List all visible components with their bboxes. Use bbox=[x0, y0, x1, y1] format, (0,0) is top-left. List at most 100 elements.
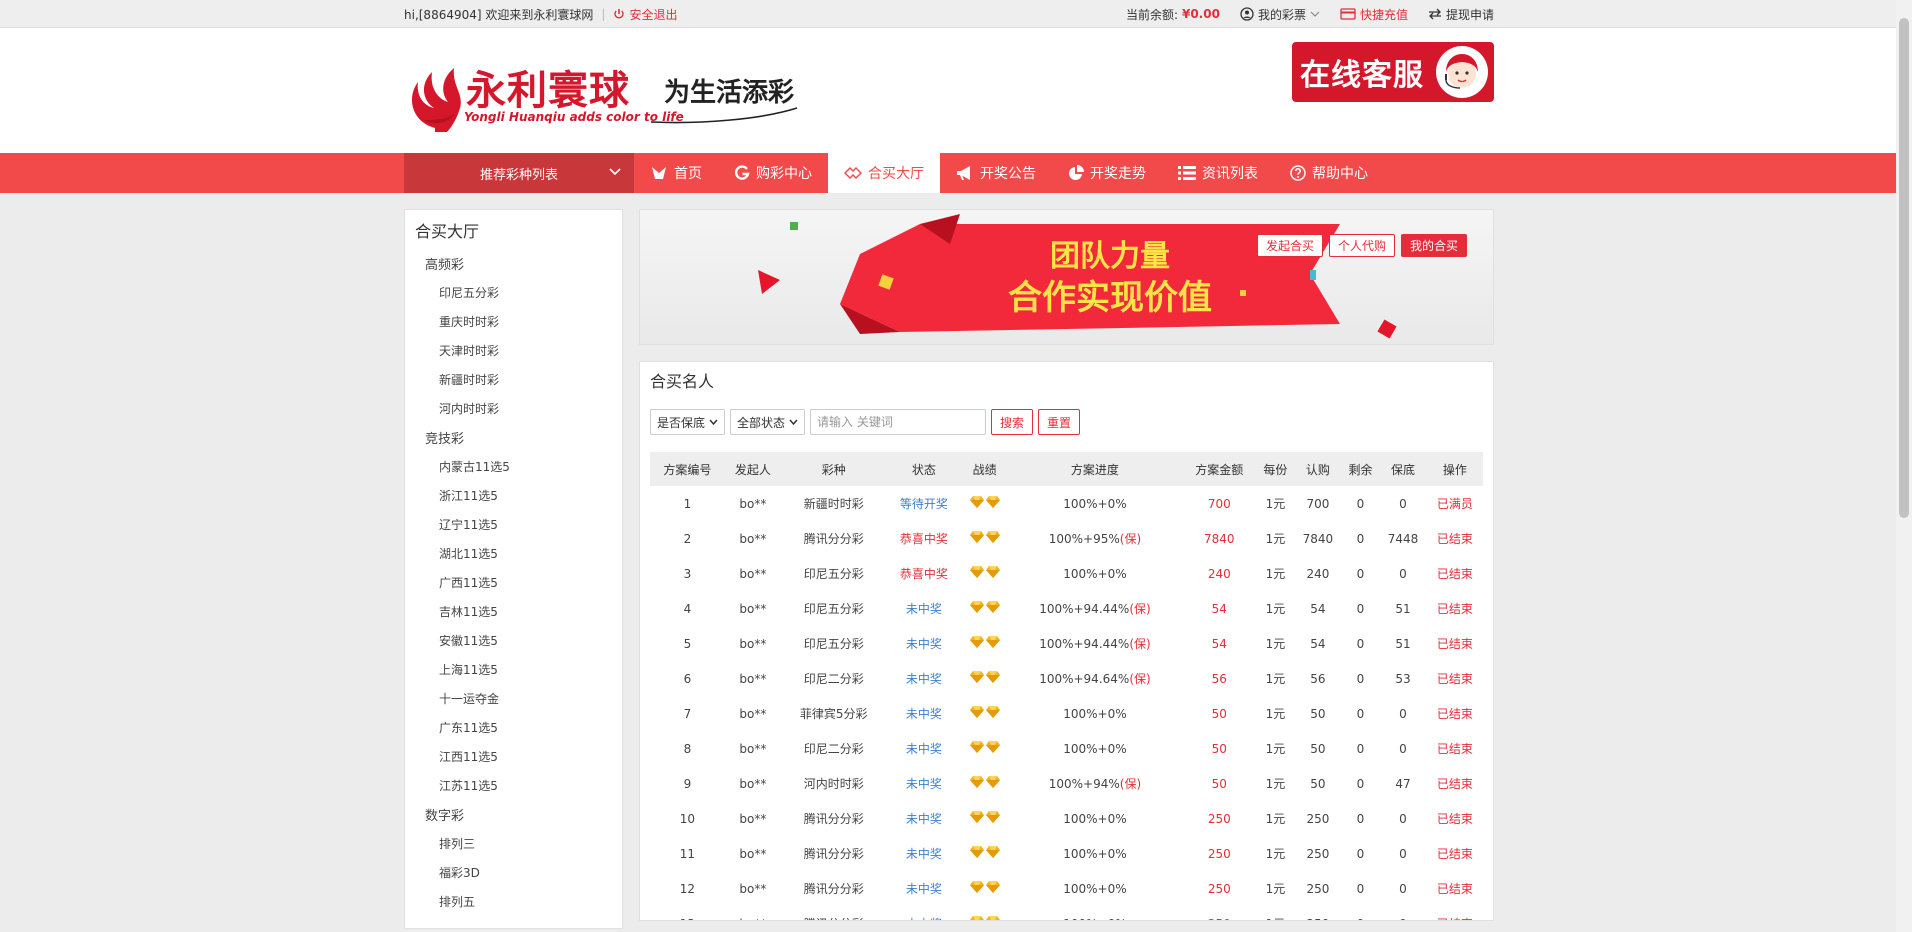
diamond-icon bbox=[985, 741, 1000, 756]
nav-news-list[interactable]: 资讯列表 bbox=[1162, 153, 1274, 193]
lottery-type: 腾讯分分彩 bbox=[803, 847, 864, 861]
sidebar-item[interactable]: 印尼五分彩 bbox=[413, 279, 622, 308]
progress: 100%+0% bbox=[1063, 741, 1127, 756]
diamond-icon bbox=[985, 601, 1000, 616]
sidebar-item[interactable]: 十一运夺金 bbox=[413, 685, 622, 714]
plan-number: 11 bbox=[679, 846, 696, 861]
sidebar-item[interactable]: 浙江11选5 bbox=[413, 482, 622, 511]
table-row: 13bo**腾讯分分彩未中奖100%+0%2501元25000已结束 bbox=[650, 906, 1483, 921]
keyword-input[interactable] bbox=[810, 409, 987, 435]
subscribed: 250 bbox=[1306, 881, 1330, 896]
table-row: 7 bo** 菲律宾5分彩 未中奖 100%+0% 50 1元 50 0 0 已结束 bbox=[650, 696, 1483, 731]
guarantee: 53 bbox=[1395, 671, 1411, 686]
per-share: 1元 bbox=[1265, 497, 1286, 511]
table-row: 12 bo** 腾讯分分彩 未中奖 100%+0% 250 1元 250 0 0 已结束 bbox=[650, 871, 1483, 906]
remaining: 0 bbox=[1356, 496, 1365, 511]
initiator: bo** bbox=[739, 671, 767, 686]
start-group-buy-button[interactable]: 发起合买 bbox=[1256, 234, 1323, 257]
column-header: 方案金额 bbox=[1181, 452, 1257, 486]
action-link[interactable]: 已结束 bbox=[1427, 731, 1483, 766]
progress: 100%+0% bbox=[1063, 496, 1127, 511]
sidebar-item[interactable]: 湖北11选5 bbox=[413, 540, 622, 569]
record bbox=[961, 626, 1008, 661]
my-group-buy-button[interactable]: 我的合买 bbox=[1400, 234, 1467, 257]
sidebar-item[interactable]: 排列三 bbox=[413, 830, 622, 859]
baodi-select[interactable]: 是否保底 bbox=[650, 409, 726, 435]
sidebar-item[interactable]: 重庆时时彩 bbox=[413, 308, 622, 337]
g-icon bbox=[735, 165, 750, 180]
plan-number: 13 bbox=[650, 906, 725, 921]
table-row: 1 bo** 新疆时时彩 等待开奖 100%+0% 700 1元 700 0 0 已满员 bbox=[650, 486, 1483, 521]
scrollbar-thumb[interactable] bbox=[1899, 18, 1909, 518]
status: 未中奖 bbox=[905, 707, 942, 721]
logout-link[interactable]: 安全退出 bbox=[613, 6, 677, 23]
page-scrollbar[interactable] bbox=[1896, 0, 1912, 932]
diamond-icon bbox=[969, 671, 984, 686]
diamond-icon bbox=[985, 566, 1000, 581]
sidebar-item[interactable]: 上海11选5 bbox=[413, 656, 622, 685]
nav-draw-trend[interactable]: 开奖走势 bbox=[1052, 153, 1162, 193]
per-share: 1元 bbox=[1265, 847, 1286, 861]
reset-button[interactable]: 重置 bbox=[1038, 409, 1081, 435]
plan-number: 1 bbox=[683, 496, 692, 511]
sidebar-item[interactable]: 新疆时时彩 bbox=[413, 366, 622, 395]
record bbox=[961, 486, 1008, 521]
nav-home[interactable]: 首页 bbox=[634, 153, 718, 193]
action-link[interactable]: 已结束 bbox=[1427, 521, 1483, 556]
sidebar-item[interactable]: 天津时时彩 bbox=[413, 337, 622, 366]
action-link[interactable]: 已结束 bbox=[1427, 906, 1483, 920]
balance-value: ¥0.00 bbox=[1181, 7, 1220, 21]
guarantee: 0 bbox=[1399, 706, 1407, 721]
sidebar-item[interactable]: 江苏11选5 bbox=[413, 772, 622, 801]
guarantee: 0 bbox=[1399, 811, 1407, 826]
search-button[interactable]: 搜索 bbox=[991, 409, 1034, 435]
action-link[interactable]: 已结束 bbox=[1427, 556, 1483, 591]
progress: 100%+0% bbox=[1063, 706, 1127, 721]
balance: 当前余额: ¥0.00 bbox=[1125, 7, 1220, 22]
quick-recharge-link[interactable]: 快捷充值 bbox=[1340, 6, 1408, 23]
action-link[interactable]: 已结束 bbox=[1427, 836, 1483, 871]
status-select[interactable]: 全部状态 bbox=[730, 409, 806, 435]
sidebar-item[interactable]: 内蒙古11选5 bbox=[413, 453, 622, 482]
sidebar-item[interactable]: 安徽11选5 bbox=[413, 627, 622, 656]
withdraw-link[interactable]: 提现申请 bbox=[1428, 6, 1494, 23]
logo-text-cn: 永利寰球 bbox=[466, 68, 630, 114]
record bbox=[961, 556, 1008, 591]
nav-lottery-center[interactable]: 购彩中心 bbox=[718, 153, 828, 193]
action-link[interactable]: 已结束 bbox=[1427, 871, 1483, 906]
card-icon bbox=[1340, 8, 1356, 20]
sidebar-item[interactable]: 广西11选5 bbox=[413, 569, 622, 598]
nav-group-buy-hall[interactable]: 合买大厅 bbox=[828, 153, 940, 193]
remaining: 0 bbox=[1356, 601, 1365, 616]
nav-draw-notice[interactable]: 开奖公告 bbox=[940, 153, 1052, 193]
remaining: 0 bbox=[1356, 566, 1365, 581]
sidebar-item[interactable]: 广东11选5 bbox=[413, 714, 622, 743]
action-link[interactable]: 已结束 bbox=[1427, 661, 1483, 696]
initiator: bo** bbox=[739, 601, 767, 616]
action-link[interactable]: 已结束 bbox=[1427, 801, 1483, 836]
site-logo[interactable]: 永利寰球 Yongli Huanqiu adds color to life 为… bbox=[404, 58, 814, 158]
online-service-button[interactable]: 在线客服 bbox=[1292, 42, 1494, 102]
sidebar-item[interactable]: 辽宁11选5 bbox=[413, 511, 622, 540]
action-link[interactable]: 已结束 bbox=[1427, 591, 1483, 626]
recommend-lottery-dropdown[interactable]: 推荐彩种列表 bbox=[404, 153, 634, 193]
action-link[interactable]: 已结束 bbox=[1427, 626, 1483, 661]
sidebar-item[interactable]: 河内时时彩 bbox=[413, 395, 622, 424]
sidebar-item[interactable]: 福彩3D bbox=[413, 859, 622, 888]
plan-amount: 250 bbox=[1207, 846, 1231, 861]
nav-help-center[interactable]: 帮助中心 bbox=[1274, 153, 1384, 193]
personal-purchase-button[interactable]: 个人代购 bbox=[1328, 234, 1395, 257]
sidebar-item[interactable]: 吉林11选5 bbox=[413, 598, 622, 627]
my-lottery-menu[interactable]: 我的彩票 bbox=[1240, 6, 1320, 23]
initiator: bo** bbox=[739, 846, 767, 861]
sidebar-item[interactable]: 排列五 bbox=[413, 888, 622, 917]
sidebar-item[interactable]: 江西11选5 bbox=[413, 743, 622, 772]
main-area: 合买大厅 高频彩 印尼五分彩 重庆时时彩 天津时时彩 新疆时时彩 河内时时彩 竞… bbox=[0, 209, 1912, 929]
guarantee: 47 bbox=[1395, 776, 1411, 791]
team-banner: 团队力量 合作实现价值 发起合买 个人代购 我的合买 bbox=[639, 209, 1494, 345]
sidebar: 合买大厅 高频彩 印尼五分彩 重庆时时彩 天津时时彩 新疆时时彩 河内时时彩 竞… bbox=[404, 209, 623, 929]
action-link[interactable]: 已结束 bbox=[1427, 696, 1483, 731]
action-link[interactable]: 已满员 bbox=[1427, 486, 1483, 521]
action-link[interactable]: 已结束 bbox=[1427, 766, 1483, 801]
guarantee: 51 bbox=[1395, 636, 1411, 651]
